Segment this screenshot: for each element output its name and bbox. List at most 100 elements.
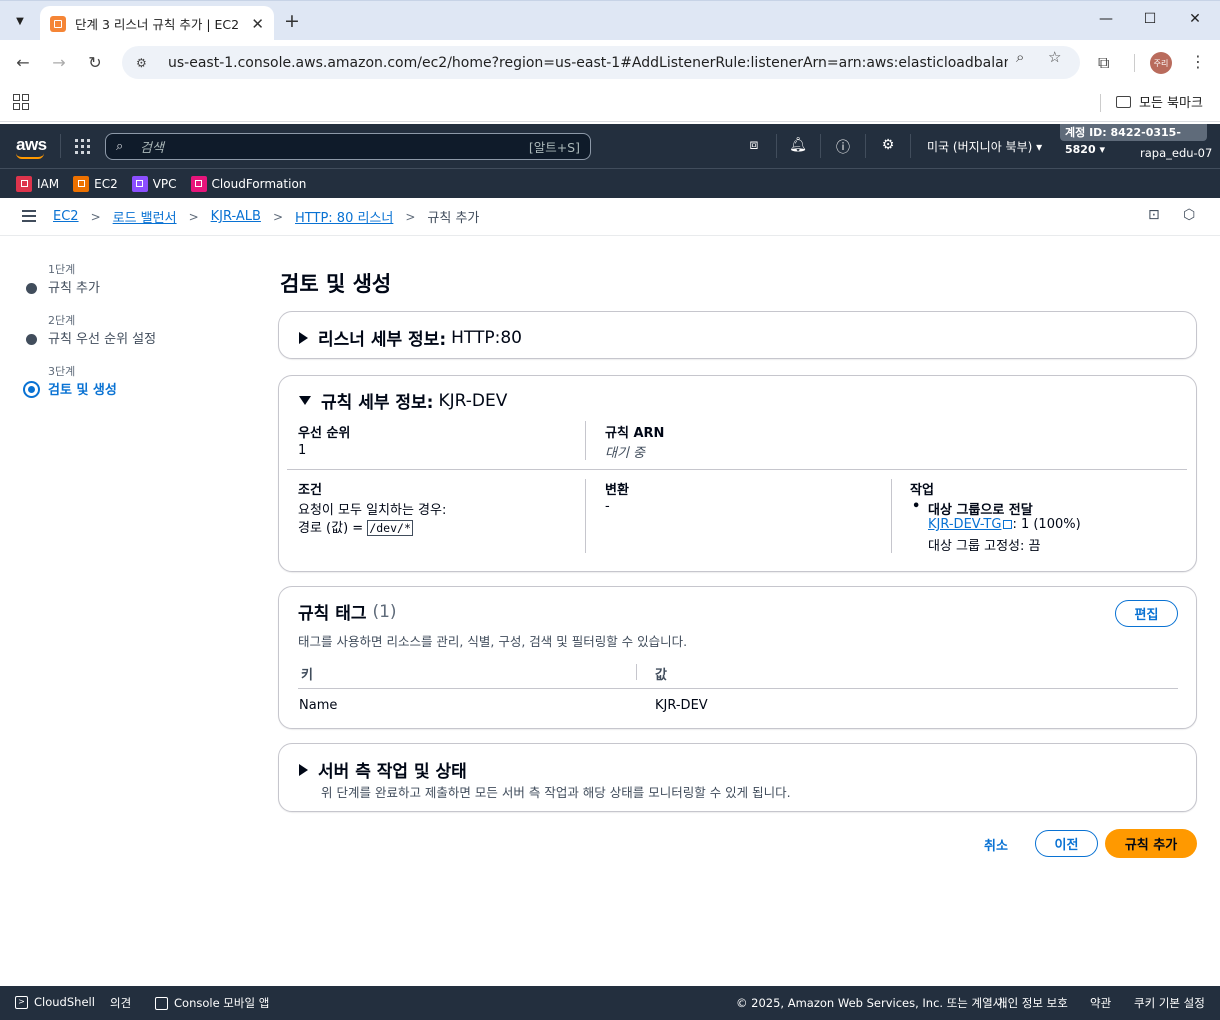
edit-tags-button[interactable]: 편집: [1115, 600, 1178, 627]
step-title[interactable]: 규칙 추가: [48, 277, 100, 296]
step-title: 검토 및 생성: [48, 383, 117, 398]
notifications-bell-icon[interactable]: 🔔︎: [788, 137, 808, 153]
rule-details-toggle[interactable]: 규칙 세부 정보: KJR-DEV: [299, 388, 507, 413]
terms-link[interactable]: 약관: [1090, 995, 1111, 1011]
account-id-badge[interactable]: 계정 ID: 8422-0315-5820 ▾: [1060, 124, 1207, 156]
server-side-actions-panel: 서버 측 작업 및 상태 위 단계를 완료하고 제출하면 모든 서버 측 작업과…: [278, 743, 1197, 812]
favorite-service-label: CloudFormation: [211, 176, 307, 191]
mobile-app-link[interactable]: Console 모바일 앱: [155, 995, 269, 1011]
condition-path: 경로 (값) = /dev/*: [298, 517, 413, 536]
condition-path-prefix: 경로 (값) =: [298, 521, 364, 536]
cancel-button[interactable]: 취소: [984, 835, 1008, 854]
preferences-hexagon-icon[interactable]: ⬡: [1183, 207, 1195, 223]
breadcrumb: EC2 > 로드 밸런서 > KJR-ALB > HTTP: 80 리스너 > …: [53, 207, 479, 226]
target-group-link[interactable]: KJR-DEV-TG: [928, 517, 1001, 532]
column-header-key: 키: [301, 668, 313, 683]
side-nav-menu-icon[interactable]: [22, 210, 36, 222]
cloudshell-button[interactable]: > CloudShell: [15, 995, 95, 1009]
step-number: 2단계: [48, 314, 76, 327]
priority-label: 우선 순위: [298, 426, 351, 441]
breadcrumb-ec2[interactable]: EC2: [53, 209, 79, 224]
cookie-preferences-link[interactable]: 쿠키 기본 설정: [1134, 995, 1205, 1011]
condition-label: 조건: [298, 483, 322, 498]
search-shortcut: [알트+S]: [528, 140, 580, 155]
breadcrumb-listener[interactable]: HTTP: 80 리스너: [295, 207, 393, 226]
favorites-bar: IAM EC2 VPC CloudFormation: [0, 168, 1220, 198]
all-bookmarks-button[interactable]: 모든 북마크: [1116, 92, 1203, 111]
wizard-step-3: 3단계 검토 및 생성: [23, 360, 244, 411]
iam-service-icon: [16, 175, 32, 192]
step-title[interactable]: 규칙 우선 순위 설정: [48, 328, 156, 347]
services-menu-icon[interactable]: [75, 139, 90, 154]
previous-button[interactable]: 이전: [1035, 830, 1098, 857]
minimize-icon[interactable]: —: [1096, 11, 1116, 27]
favorite-service-iam[interactable]: IAM: [16, 175, 59, 192]
server-side-actions-toggle[interactable]: 서버 측 작업 및 상태: [299, 757, 467, 782]
nav-divider: [776, 134, 777, 158]
zoom-search-icon[interactable]: ⌕: [1016, 48, 1024, 66]
copyright-text: © 2025, Amazon Web Services, Inc. 또는 계열사…: [736, 996, 1007, 1010]
wizard-step-1[interactable]: 1단계 규칙 추가: [24, 258, 244, 309]
browser-menu-icon[interactable]: ⋮: [1190, 52, 1206, 71]
aws-logo[interactable]: aws: [16, 135, 47, 155]
listener-details-toggle[interactable]: 리스너 세부 정보: HTTP:80: [299, 325, 522, 350]
priority-value: 1: [298, 443, 307, 458]
tab-close-icon[interactable]: ✕: [251, 15, 264, 33]
favorite-service-cloudformation[interactable]: CloudFormation: [190, 175, 307, 192]
wizard-steps: 1단계 규칙 추가 2단계 규칙 우선 순위 설정 3단계 검토 및 생성: [23, 258, 244, 411]
folder-icon: [1116, 95, 1131, 108]
add-rule-submit-button[interactable]: 규칙 추가: [1105, 829, 1197, 858]
forward-arrow-icon[interactable]: →: [49, 53, 69, 72]
settings-gear-icon[interactable]: ⚙: [878, 137, 898, 153]
extensions-icon[interactable]: ⧉: [1098, 53, 1109, 73]
wizard-step-2[interactable]: 2단계 규칙 우선 순위 설정: [24, 309, 244, 360]
caret-right-icon: [299, 763, 308, 776]
nav-divider: [60, 134, 61, 158]
browser-tab-active[interactable]: 단계 3 리스너 규칙 추가 | EC2 ✕: [40, 6, 274, 41]
condition-path-value: /dev/*: [367, 520, 413, 536]
reload-icon[interactable]: ↻: [85, 53, 105, 72]
site-info-icon[interactable]: ⚙: [136, 56, 154, 70]
url-text: us-east-1.console.aws.amazon.com/ec2/hom…: [168, 54, 1008, 71]
server-side-description: 위 단계를 완료하고 제출하면 모든 서버 측 작업과 해당 상태를 모니터링할…: [321, 785, 791, 800]
tag-count: (1): [372, 601, 397, 622]
feedback-icon[interactable]: ⊡: [1148, 207, 1160, 223]
action-target-group: KJR-DEV-TG: 1 (100%): [928, 517, 1081, 532]
url-omnibox[interactable]: ⚙ us-east-1.console.aws.amazon.com/ec2/h…: [122, 46, 1080, 79]
feedback-link[interactable]: 의견: [110, 995, 131, 1011]
aws-logo-smile-icon: [16, 153, 44, 159]
column-header-value: 값: [655, 668, 667, 683]
caret-right-icon: [299, 331, 308, 344]
bookmarks-divider: [1100, 94, 1101, 112]
cloudshell-icon[interactable]: ⧈: [744, 137, 764, 153]
rule-tags-header: 규칙 태그 (1): [298, 599, 397, 625]
region-selector[interactable]: 미국 (버지니아 북부) ▾: [927, 138, 1042, 155]
help-icon[interactable]: ⓘ: [833, 137, 853, 157]
listener-details-panel: 리스너 세부 정보: HTTP:80: [278, 311, 1197, 359]
favorite-service-label: EC2: [94, 176, 118, 191]
section-title: 서버 측 작업 및 상태: [318, 762, 467, 782]
apps-grid-icon[interactable]: [13, 94, 29, 110]
new-tab-icon[interactable]: +: [284, 10, 300, 32]
target-group-stickiness: 대상 그룹 고정성: 끔: [928, 539, 1041, 554]
privacy-link[interactable]: 개인 정보 보호: [997, 995, 1068, 1011]
aws-top-navigation: aws ⌕ 검색 [알트+S] ⧈ 🔔︎ ⓘ ⚙ 미국 (버지니아 북부) ▾ …: [0, 124, 1220, 168]
table-header-divider: [298, 688, 1178, 689]
user-name[interactable]: rapa_edu-07: [1140, 146, 1212, 160]
bookmark-star-icon[interactable]: ☆: [1048, 48, 1061, 66]
back-arrow-icon[interactable]: ←: [13, 53, 33, 72]
tag-value: KJR-DEV: [655, 698, 708, 713]
profile-avatar[interactable]: 주리: [1150, 52, 1172, 74]
mobile-app-icon: [155, 996, 168, 1010]
favorite-service-ec2[interactable]: EC2: [73, 175, 118, 192]
favorite-service-label: VPC: [152, 176, 177, 191]
search-placeholder: 검색: [140, 141, 164, 156]
rule-arn-value: 대기 중: [605, 446, 646, 461]
maximize-icon[interactable]: ☐: [1140, 11, 1160, 27]
window-close-icon[interactable]: ✕: [1185, 11, 1205, 27]
favorite-service-vpc[interactable]: VPC: [131, 175, 177, 192]
breadcrumb-load-balancers[interactable]: 로드 밸런서: [113, 207, 177, 226]
tab-search-dropdown-icon[interactable]: ▼: [8, 9, 32, 33]
global-search-input[interactable]: ⌕ 검색 [알트+S]: [105, 133, 591, 160]
breadcrumb-load-balancer[interactable]: KJR-ALB: [211, 209, 261, 224]
